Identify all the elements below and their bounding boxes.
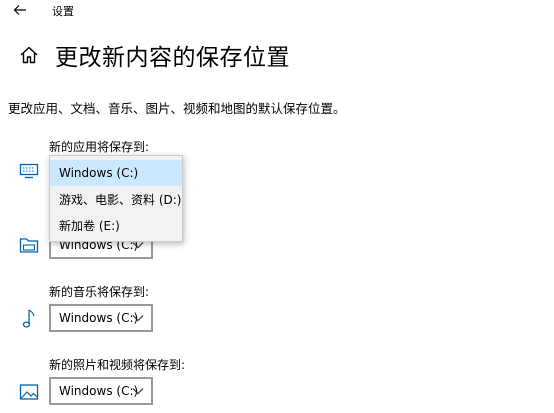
music-location-value: Windows (C:) <box>59 311 139 325</box>
photos-location-value: Windows (C:) <box>59 384 139 398</box>
page-title: 更改新内容的保存位置 <box>55 45 290 71</box>
back-button[interactable] <box>6 0 34 20</box>
chevron-down-icon <box>132 242 144 249</box>
dropdown-option-d[interactable]: 游戏、电影、资料 (D:) <box>50 186 182 212</box>
title-bar: 设置 <box>0 0 554 22</box>
photos-save-label: 新的照片和视频将保存到: <box>49 358 186 372</box>
chevron-down-icon <box>132 388 144 395</box>
music-note-icon <box>18 308 40 330</box>
back-arrow-icon <box>13 5 26 15</box>
picture-icon <box>18 381 40 403</box>
dropdown-option-c[interactable]: Windows (C:) <box>50 160 182 186</box>
drive-dropdown-menu: Windows (C:) 游戏、电影、资料 (D:) 新加卷 (E:) <box>49 155 183 242</box>
apps-save-label: 新的应用将保存到: <box>49 140 150 154</box>
home-icon[interactable] <box>18 44 40 66</box>
window-title: 设置 <box>52 5 74 18</box>
music-location-select[interactable]: Windows (C:) <box>49 304 153 332</box>
folder-icon <box>18 234 40 256</box>
chevron-down-icon <box>132 315 144 322</box>
music-save-label: 新的音乐将保存到: <box>49 285 150 299</box>
monitor-icon <box>18 160 40 182</box>
dropdown-option-e[interactable]: 新加卷 (E:) <box>50 212 182 238</box>
page-description: 更改应用、文档、音乐、图片、视频和地图的默认保存位置。 <box>8 101 346 116</box>
photos-location-select[interactable]: Windows (C:) <box>49 377 153 405</box>
